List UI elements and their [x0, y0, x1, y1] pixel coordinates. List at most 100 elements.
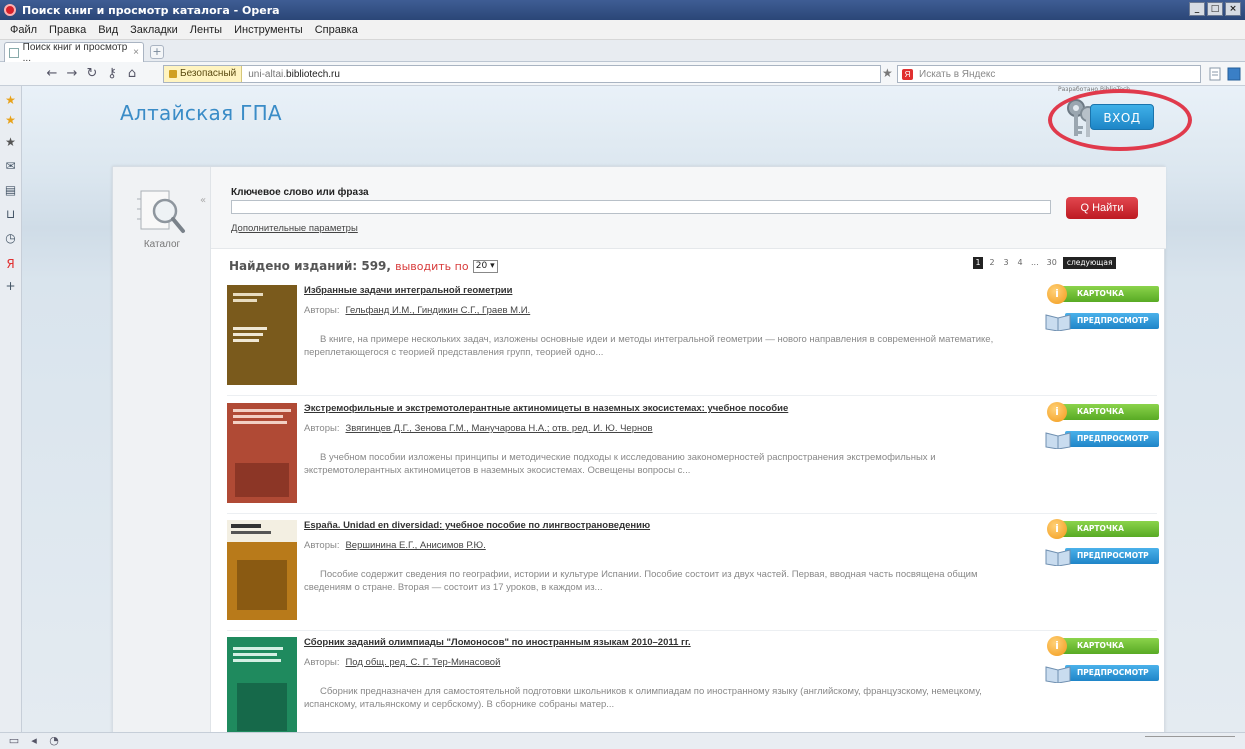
authors-link[interactable]: Гельфанд И.М., Гиндикин С.Г., Граев М.И.: [345, 305, 530, 316]
authors-link[interactable]: Звягинцев Д.Г., Зенова Г.М., Манучарова …: [345, 423, 652, 434]
home-icon[interactable]: ⌂: [124, 66, 140, 82]
web-page: Алтайская ГПА Разработано BiblioTech ВХО…: [22, 86, 1245, 732]
url-text: uni-altai.bibliotech.ru: [242, 69, 340, 80]
secure-label: Безопасный: [180, 68, 237, 79]
speed-dial-star-icon[interactable]: ★: [4, 114, 17, 127]
mail-icon[interactable]: ✉: [4, 160, 17, 173]
keyword-input[interactable]: [231, 200, 1051, 214]
preview-button[interactable]: ПРЕДПРОСМОТР: [1045, 546, 1159, 566]
book-cover[interactable]: [227, 403, 297, 503]
search-placeholder: Искать в Яндекс: [919, 68, 996, 80]
menu-help[interactable]: Справка: [309, 24, 364, 36]
item-title[interactable]: España. Unidad en diversidad: учебное по…: [304, 520, 650, 531]
panel-toggle-icon[interactable]: [1226, 66, 1242, 82]
search-engine-box[interactable]: Я Искать в Яндекс: [897, 65, 1201, 83]
add-panel-icon[interactable]: +: [4, 280, 17, 293]
item-separator: [227, 630, 1157, 631]
per-page-select[interactable]: 20 ▾: [472, 260, 498, 273]
page-2[interactable]: 2: [987, 257, 997, 269]
maximize-button[interactable]: □: [1207, 2, 1223, 16]
card-button[interactable]: КАРТОЧКА i: [1047, 519, 1159, 539]
preview-button-label: ПРЕДПРОСМОТР: [1065, 431, 1159, 447]
close-window-button[interactable]: ×: [1225, 2, 1241, 16]
favorites-star-icon[interactable]: ★: [4, 136, 17, 149]
open-book-icon: [1045, 666, 1071, 683]
open-book-icon: [1045, 549, 1071, 566]
page-30[interactable]: 30: [1045, 257, 1059, 269]
reload-icon[interactable]: ↻: [84, 66, 100, 82]
page-favicon-icon: [9, 47, 19, 58]
history-clock-icon[interactable]: ◷: [4, 232, 17, 245]
menu-tools[interactable]: Инструменты: [228, 24, 309, 36]
authors-link[interactable]: Вершинина Е.Г., Анисимов Р.Ю.: [345, 540, 485, 551]
item-description: В книге, на примере нескольких задач, из…: [304, 334, 994, 358]
menu-file[interactable]: Файл: [4, 24, 43, 36]
back-arrow-icon[interactable]: ←: [44, 66, 60, 82]
item-title[interactable]: Экстремофильные и экстремотолерантные ак…: [304, 403, 788, 414]
preview-button[interactable]: ПРЕДПРОСМОТР: [1045, 663, 1159, 683]
catalog-sidebar: « Каталог: [113, 167, 211, 732]
card-button[interactable]: КАРТОЧКА i: [1047, 284, 1159, 304]
item-separator: [227, 395, 1157, 396]
page-1[interactable]: 1: [973, 257, 983, 269]
next-page-button[interactable]: следующая: [1062, 257, 1117, 269]
menu-edit[interactable]: Правка: [43, 24, 92, 36]
info-icon: i: [1047, 402, 1067, 422]
address-bar[interactable]: Безопасный uni-altai.bibliotech.ru: [163, 65, 881, 83]
info-icon: i: [1047, 284, 1067, 304]
authors-label: Авторы:: [304, 305, 340, 316]
menu-bookmarks[interactable]: Закладки: [124, 24, 184, 36]
forward-arrow-icon[interactable]: →: [64, 66, 80, 82]
minimize-button[interactable]: _: [1189, 2, 1205, 16]
page-3[interactable]: 3: [1001, 257, 1011, 269]
tab-label: Поиск книг и просмотр ...: [22, 41, 128, 64]
new-tab-button[interactable]: +: [150, 45, 164, 59]
yandex-panel-icon[interactable]: Я: [4, 258, 17, 271]
zoom-slider[interactable]: [1145, 736, 1235, 746]
url-prefix: uni-altai.: [248, 68, 287, 80]
notes-icon[interactable]: [1207, 66, 1223, 82]
card-button[interactable]: КАРТОЧКА i: [1047, 636, 1159, 656]
bookmark-star-icon[interactable]: ★: [882, 66, 893, 80]
book-cover[interactable]: [227, 637, 297, 732]
info-icon: i: [1047, 636, 1067, 656]
pagination: 1 2 3 4 ... 30 следующая: [973, 257, 1117, 269]
result-item: España. Unidad en diversidad: учебное по…: [227, 519, 1159, 630]
preview-button-label: ПРЕДПРОСМОТР: [1065, 665, 1159, 681]
site-title[interactable]: Алтайская ГПА: [120, 101, 282, 125]
catalog-search-icon[interactable]: [135, 189, 189, 235]
item-description: Пособие содержит сведения по географии, …: [304, 569, 978, 593]
lock-icon: [169, 70, 177, 78]
opera-logo-icon: [4, 4, 16, 16]
item-title[interactable]: Избранные задачи интегральной геометрии: [304, 285, 512, 296]
secure-indicator[interactable]: Безопасный: [164, 66, 243, 82]
preview-button[interactable]: ПРЕДПРОСМОТР: [1045, 429, 1159, 449]
notes-panel-icon[interactable]: ▤: [4, 184, 17, 197]
menu-view[interactable]: Вид: [92, 24, 124, 36]
advanced-params-link[interactable]: Дополнительные параметры: [231, 223, 358, 234]
book-cover[interactable]: [227, 285, 297, 385]
collapse-sidebar-icon[interactable]: «: [200, 195, 206, 206]
preview-button[interactable]: ПРЕДПРОСМОТР: [1045, 311, 1159, 331]
item-title[interactable]: Сборник заданий олимпиады "Ломоносов" по…: [304, 637, 691, 648]
catalog-label[interactable]: Каталог: [113, 239, 211, 250]
find-button[interactable]: Q Найти: [1066, 197, 1138, 219]
authors-link[interactable]: Под общ. ред. С. Г. Тер-Минасовой: [345, 657, 500, 668]
downloads-icon[interactable]: ⊔: [4, 208, 17, 221]
book-cover[interactable]: [227, 520, 297, 620]
highlight-ellipse: [1048, 89, 1192, 151]
key-icon[interactable]: ⚷: [104, 66, 120, 82]
page-4[interactable]: 4: [1015, 257, 1025, 269]
item-authors: Авторы: Гельфанд И.М., Гиндикин С.Г., Гра…: [304, 305, 530, 316]
status-speed-icon[interactable]: ◔: [46, 733, 62, 749]
item-authors: Авторы: Звягинцев Д.Г., Зенова Г.М., Ману…: [304, 423, 653, 434]
tab-close-icon[interactable]: ×: [133, 47, 139, 58]
bookmarks-star-icon[interactable]: ★: [4, 94, 17, 107]
item-description: Сборник предназначен для самостоятельной…: [304, 686, 982, 710]
status-arrow-icon[interactable]: ◂: [26, 733, 42, 749]
card-button-label: КАРТОЧКА: [1061, 286, 1159, 302]
menu-feeds[interactable]: Ленты: [184, 24, 228, 36]
card-button[interactable]: КАРТОЧКА i: [1047, 402, 1159, 422]
tab-catalog[interactable]: Поиск книг и просмотр ... ×: [4, 41, 144, 64]
panel-show-icon[interactable]: ▭: [6, 733, 22, 749]
